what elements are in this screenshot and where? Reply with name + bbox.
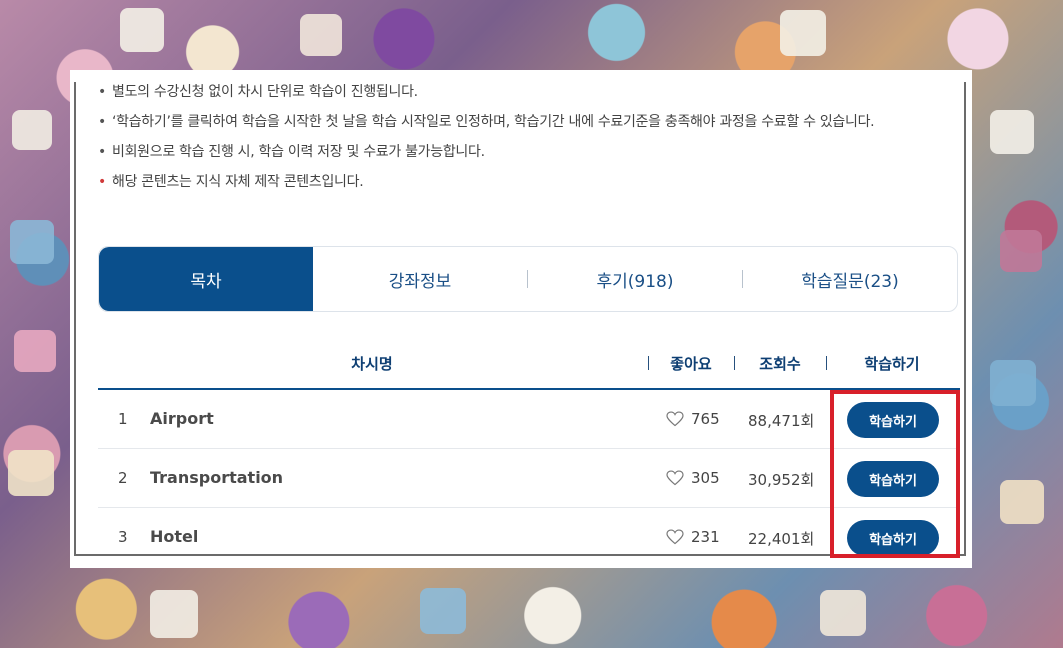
view-count: 30,952회 (748, 471, 815, 489)
notice-text: ‘학습하기’를 클릭하여 학습을 시작한 첫 날을 학습 시작일로 인정하며, … (112, 114, 875, 130)
notice-item: • 비회원으로 학습 진행 시, 학습 이력 저장 및 수료가 불가능합니다. (98, 142, 962, 172)
background-bead (8, 450, 54, 496)
like-count: 231 (691, 528, 720, 546)
header-likes: 좋아요 (670, 355, 712, 373)
tab-toc[interactable]: 목차 (99, 247, 313, 311)
view-count: 22,401회 (748, 530, 815, 548)
notice-item: • 별도의 수강신청 없이 차시 단위로 학습이 진행됩니다. (98, 82, 962, 112)
view-count: 88,471회 (748, 412, 815, 430)
background-bead (10, 220, 54, 264)
row-number: 2 (118, 469, 128, 487)
background-bead (1000, 230, 1042, 272)
background-bead (820, 590, 866, 636)
tab-qna[interactable]: 학습질문(23) (743, 247, 957, 311)
notice-text: 해당 콘텐츠는 지식 자체 제작 콘텐츠입니다. (112, 174, 364, 190)
table-row: 2 Transportation 305 30,952회 학습하기 (98, 449, 960, 508)
study-button[interactable]: 학습하기 (847, 520, 939, 556)
lesson-title[interactable]: Airport (150, 409, 214, 428)
notice-item: • 해당 콘텐츠는 지식 자체 제작 콘텐츠입니다. (98, 172, 962, 202)
like-count: 305 (691, 469, 720, 487)
header-divider (826, 356, 827, 370)
tab-course-info[interactable]: 강좌정보 (313, 247, 527, 311)
notice-text: 비회원으로 학습 진행 시, 학습 이력 저장 및 수료가 불가능합니다. (112, 144, 485, 160)
header-divider (648, 356, 649, 370)
background-bead (150, 590, 198, 638)
table-row: 1 Airport 765 88,471회 학습하기 (98, 390, 960, 449)
background-bead (990, 110, 1034, 154)
course-tabs: 목차 강좌정보 후기(918) 학습질문(23) (98, 246, 958, 312)
notice-text: 별도의 수강신청 없이 차시 단위로 학습이 진행됩니다. (112, 84, 418, 100)
header-divider (734, 356, 735, 370)
row-number: 3 (118, 528, 128, 546)
notice-item: • ‘학습하기’를 클릭하여 학습을 시작한 첫 날을 학습 시작일로 인정하며,… (98, 112, 962, 142)
bullet-icon: • (98, 114, 106, 130)
background-bead (14, 330, 56, 372)
lesson-title[interactable]: Transportation (150, 468, 283, 487)
heart-icon[interactable] (666, 411, 684, 427)
study-button[interactable]: 학습하기 (847, 461, 939, 497)
background-bead (300, 14, 342, 56)
course-content-panel: • 별도의 수강신청 없이 차시 단위로 학습이 진행됩니다. • ‘학습하기’를 … (70, 70, 972, 568)
background-bead (420, 588, 466, 634)
bullet-icon: • (98, 144, 106, 160)
header-action: 학습하기 (864, 355, 920, 373)
background-bead (990, 360, 1036, 406)
header-title: 차시명 (351, 355, 393, 373)
header-views: 조회수 (759, 355, 801, 373)
tab-reviews[interactable]: 후기(918) (528, 247, 742, 311)
bullet-icon: • (98, 174, 106, 190)
background-bead (12, 110, 52, 150)
background-bead (120, 8, 164, 52)
bullet-icon: • (98, 84, 106, 100)
study-button[interactable]: 학습하기 (847, 402, 939, 438)
like-count: 765 (691, 410, 720, 428)
background-bead (1000, 480, 1044, 524)
background-bead (780, 10, 826, 56)
table-header: 차시명 좋아요 조회수 학습하기 (98, 346, 960, 390)
notice-list: • 별도의 수강신청 없이 차시 단위로 학습이 진행됩니다. • ‘학습하기’를 … (98, 82, 962, 202)
row-number: 1 (118, 410, 128, 428)
heart-icon[interactable] (666, 470, 684, 486)
lesson-title[interactable]: Hotel (150, 527, 198, 546)
table-row: 3 Hotel 231 22,401회 학습하기 (98, 508, 960, 567)
heart-icon[interactable] (666, 529, 684, 545)
